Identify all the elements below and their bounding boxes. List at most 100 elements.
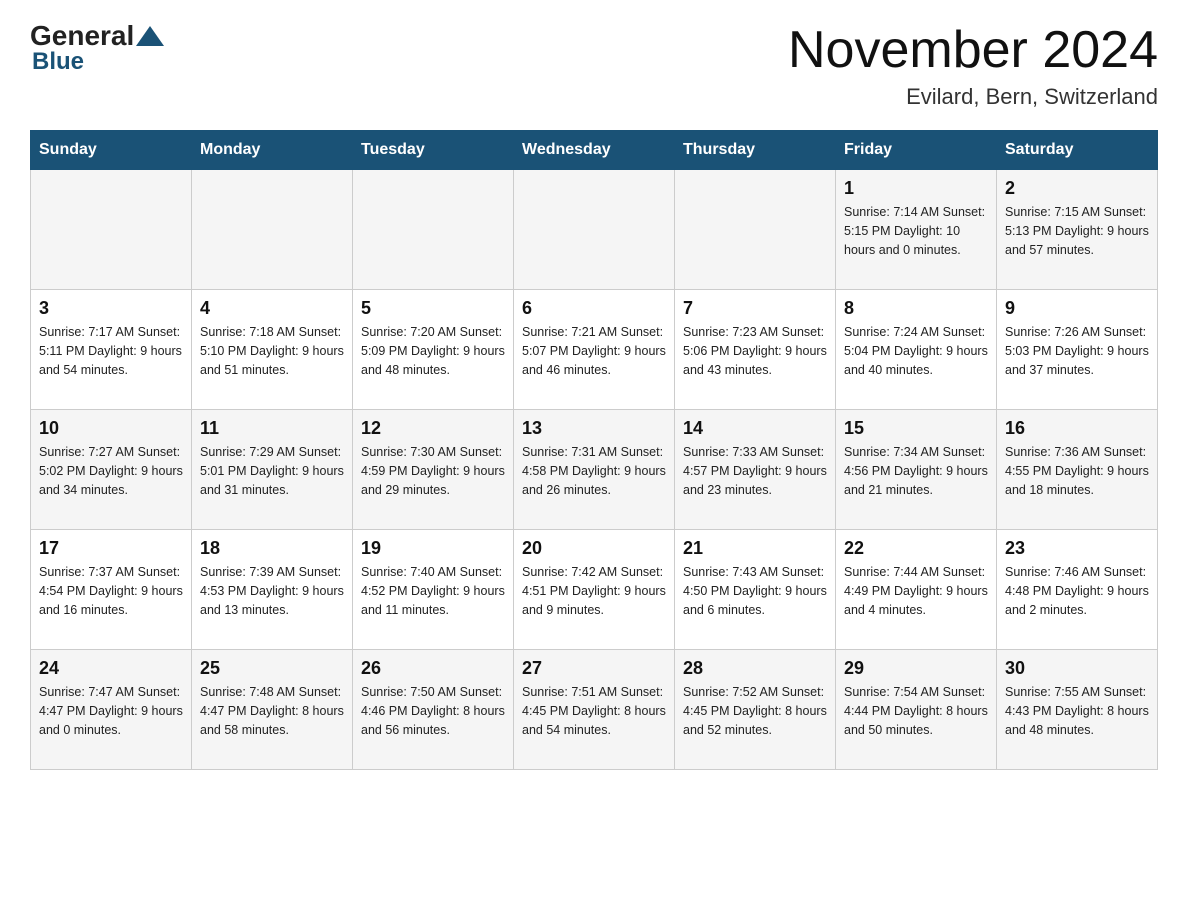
calendar-cell: 29 Sunrise: 7:54 AM Sunset: 4:44 PM Dayli… [836,650,997,770]
calendar-cell: 18Sunrise: 7:39 AM Sunset: 4:53 PM Dayli… [192,530,353,650]
calendar-cell: 1Sunrise: 7:14 AM Sunset: 5:15 PM Daylig… [836,170,997,290]
day-number: 6 [522,298,666,319]
calendar-cell: 2 Sunrise: 7:15 AM Sunset: 5:13 PM Daylig… [997,170,1158,290]
day-info: Sunrise: 7:51 AM Sunset: 4:45 PM Dayligh… [522,683,666,739]
calendar-cell [353,170,514,290]
day-info: Sunrise: 7:27 AM Sunset: 5:02 PM Dayligh… [39,443,183,499]
header-monday: Monday [192,131,353,170]
calendar-cell: 28 Sunrise: 7:52 AM Sunset: 4:45 PM Dayli… [675,650,836,770]
day-info: Sunrise: 7:14 AM Sunset: 5:15 PM Dayligh… [844,203,988,259]
calendar-cell: 9 Sunrise: 7:26 AM Sunset: 5:03 PM Daylig… [997,290,1158,410]
day-info: Sunrise: 7:40 AM Sunset: 4:52 PM Dayligh… [361,563,505,619]
day-number: 27 [522,658,666,679]
day-number: 22 [844,538,988,559]
day-info: Sunrise: 7:55 AM Sunset: 4:43 PM Dayligh… [1005,683,1149,739]
day-info: Sunrise: 7:20 AM Sunset: 5:09 PM Dayligh… [361,323,505,379]
day-number: 21 [683,538,827,559]
header-friday: Friday [836,131,997,170]
day-number: 24 [39,658,183,679]
header-thursday: Thursday [675,131,836,170]
day-number: 28 [683,658,827,679]
calendar-header-row: SundayMondayTuesdayWednesdayThursdayFrid… [31,131,1158,170]
calendar-cell: 17 Sunrise: 7:37 AM Sunset: 4:54 PM Dayli… [31,530,192,650]
page-header: General Blue November 2024 Evilard, Bern… [30,20,1158,110]
calendar-week-3: 10 Sunrise: 7:27 AM Sunset: 5:02 PM Dayli… [31,410,1158,530]
day-number: 25 [200,658,344,679]
day-info: Sunrise: 7:37 AM Sunset: 4:54 PM Dayligh… [39,563,183,619]
day-number: 26 [361,658,505,679]
day-info: Sunrise: 7:34 AM Sunset: 4:56 PM Dayligh… [844,443,988,499]
day-number: 15 [844,418,988,439]
calendar-cell: 11 Sunrise: 7:29 AM Sunset: 5:01 PM Dayli… [192,410,353,530]
day-info: Sunrise: 7:33 AM Sunset: 4:57 PM Dayligh… [683,443,827,499]
calendar-cell: 3Sunrise: 7:17 AM Sunset: 5:11 PM Daylig… [31,290,192,410]
day-number: 16 [1005,418,1149,439]
calendar-week-4: 17 Sunrise: 7:37 AM Sunset: 4:54 PM Dayli… [31,530,1158,650]
day-number: 2 [1005,178,1149,199]
day-info: Sunrise: 7:18 AM Sunset: 5:10 PM Dayligh… [200,323,344,379]
calendar-cell: 5 Sunrise: 7:20 AM Sunset: 5:09 PM Daylig… [353,290,514,410]
header-saturday: Saturday [997,131,1158,170]
logo: General Blue [30,20,166,76]
day-number: 10 [39,418,183,439]
logo-triangle-icon [136,26,164,46]
calendar-cell [192,170,353,290]
day-info: Sunrise: 7:21 AM Sunset: 5:07 PM Dayligh… [522,323,666,379]
calendar-cell: 12Sunrise: 7:30 AM Sunset: 4:59 PM Dayli… [353,410,514,530]
day-number: 19 [361,538,505,559]
day-number: 4 [200,298,344,319]
title-section: November 2024 Evilard, Bern, Switzerland [788,20,1158,110]
day-info: Sunrise: 7:15 AM Sunset: 5:13 PM Dayligh… [1005,203,1149,259]
calendar-cell: 13 Sunrise: 7:31 AM Sunset: 4:58 PM Dayli… [514,410,675,530]
calendar-cell: 26 Sunrise: 7:50 AM Sunset: 4:46 PM Dayli… [353,650,514,770]
day-number: 11 [200,418,344,439]
calendar-cell: 27 Sunrise: 7:51 AM Sunset: 4:45 PM Dayli… [514,650,675,770]
day-info: Sunrise: 7:50 AM Sunset: 4:46 PM Dayligh… [361,683,505,739]
calendar-cell: 10 Sunrise: 7:27 AM Sunset: 5:02 PM Dayli… [31,410,192,530]
day-info: Sunrise: 7:24 AM Sunset: 5:04 PM Dayligh… [844,323,988,379]
calendar-cell: 22 Sunrise: 7:44 AM Sunset: 4:49 PM Dayli… [836,530,997,650]
calendar-week-1: 1Sunrise: 7:14 AM Sunset: 5:15 PM Daylig… [31,170,1158,290]
day-number: 8 [844,298,988,319]
calendar-cell: 8 Sunrise: 7:24 AM Sunset: 5:04 PM Daylig… [836,290,997,410]
day-number: 3 [39,298,183,319]
header-sunday: Sunday [31,131,192,170]
day-number: 5 [361,298,505,319]
header-tuesday: Tuesday [353,131,514,170]
day-number: 30 [1005,658,1149,679]
day-number: 29 [844,658,988,679]
day-number: 13 [522,418,666,439]
header-wednesday: Wednesday [514,131,675,170]
day-info: Sunrise: 7:26 AM Sunset: 5:03 PM Dayligh… [1005,323,1149,379]
day-number: 20 [522,538,666,559]
day-info: Sunrise: 7:42 AM Sunset: 4:51 PM Dayligh… [522,563,666,619]
day-info: Sunrise: 7:23 AM Sunset: 5:06 PM Dayligh… [683,323,827,379]
day-info: Sunrise: 7:52 AM Sunset: 4:45 PM Dayligh… [683,683,827,739]
day-number: 14 [683,418,827,439]
day-number: 9 [1005,298,1149,319]
day-info: Sunrise: 7:29 AM Sunset: 5:01 PM Dayligh… [200,443,344,499]
day-info: Sunrise: 7:46 AM Sunset: 4:48 PM Dayligh… [1005,563,1149,619]
calendar-cell [675,170,836,290]
calendar-cell: 25 Sunrise: 7:48 AM Sunset: 4:47 PM Dayli… [192,650,353,770]
calendar-cell: 16Sunrise: 7:36 AM Sunset: 4:55 PM Dayli… [997,410,1158,530]
calendar-cell: 24Sunrise: 7:47 AM Sunset: 4:47 PM Dayli… [31,650,192,770]
calendar-cell: 19 Sunrise: 7:40 AM Sunset: 4:52 PM Dayli… [353,530,514,650]
calendar-week-5: 24Sunrise: 7:47 AM Sunset: 4:47 PM Dayli… [31,650,1158,770]
calendar-week-2: 3Sunrise: 7:17 AM Sunset: 5:11 PM Daylig… [31,290,1158,410]
calendar-cell: 4 Sunrise: 7:18 AM Sunset: 5:10 PM Daylig… [192,290,353,410]
day-info: Sunrise: 7:43 AM Sunset: 4:50 PM Dayligh… [683,563,827,619]
day-info: Sunrise: 7:39 AM Sunset: 4:53 PM Dayligh… [200,563,344,619]
calendar-cell [514,170,675,290]
day-info: Sunrise: 7:54 AM Sunset: 4:44 PM Dayligh… [844,683,988,739]
day-info: Sunrise: 7:44 AM Sunset: 4:49 PM Dayligh… [844,563,988,619]
calendar-cell: 30 Sunrise: 7:55 AM Sunset: 4:43 PM Dayli… [997,650,1158,770]
day-number: 7 [683,298,827,319]
calendar-cell: 14 Sunrise: 7:33 AM Sunset: 4:57 PM Dayli… [675,410,836,530]
day-number: 17 [39,538,183,559]
location-text: Evilard, Bern, Switzerland [788,84,1158,110]
day-info: Sunrise: 7:48 AM Sunset: 4:47 PM Dayligh… [200,683,344,739]
calendar-cell: 7 Sunrise: 7:23 AM Sunset: 5:06 PM Daylig… [675,290,836,410]
day-info: Sunrise: 7:31 AM Sunset: 4:58 PM Dayligh… [522,443,666,499]
calendar-cell: 15 Sunrise: 7:34 AM Sunset: 4:56 PM Dayli… [836,410,997,530]
